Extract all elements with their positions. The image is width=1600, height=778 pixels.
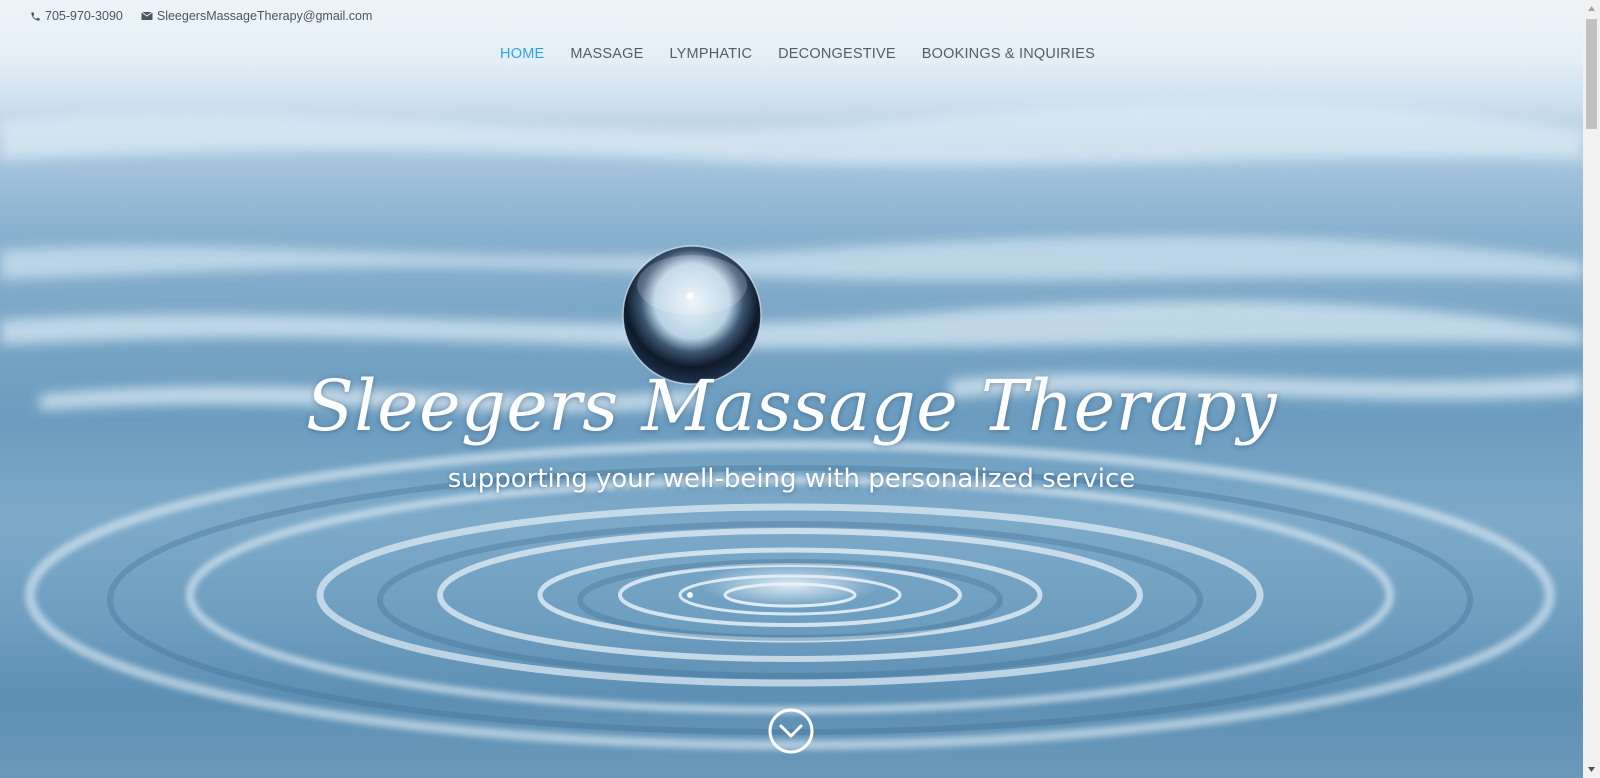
nav-item-decongestive[interactable]: DECONGESTIVE	[778, 44, 896, 64]
email-contact[interactable]: SleegersMassageTherapy@gmail.com	[141, 9, 373, 23]
nav-item-bookings-inquiries[interactable]: BOOKINGS & INQUIRIES	[922, 44, 1095, 64]
email-address[interactable]: SleegersMassageTherapy@gmail.com	[157, 9, 373, 23]
hero-title: Sleegers Massage Therapy	[305, 365, 1278, 447]
phone-icon	[31, 11, 40, 21]
main-nav: HOME MASSAGE LYMPHATIC DECONGESTIVE BOOK…	[0, 44, 1583, 64]
phone-number[interactable]: 705-970-3090	[45, 9, 123, 23]
nav-item-massage[interactable]: MASSAGE	[570, 44, 643, 64]
contact-bar: 705-970-3090 SleegersMassageTherapy@gmai…	[30, 8, 372, 24]
scroll-up-arrow[interactable]	[1583, 0, 1600, 17]
scrollbar-thumb[interactable]	[1586, 19, 1597, 129]
scroll-down-arrow[interactable]	[1583, 761, 1600, 778]
nav-item-lymphatic[interactable]: LYMPHATIC	[669, 44, 752, 64]
page-scrollbar[interactable]	[1583, 0, 1600, 778]
chevron-down-circle-icon	[768, 708, 814, 754]
nav-item-home[interactable]: HOME	[500, 44, 544, 64]
phone-contact[interactable]: 705-970-3090	[30, 9, 123, 23]
envelope-icon	[141, 11, 153, 20]
scroll-down-button[interactable]	[768, 708, 814, 754]
hero-subtitle: supporting your well-being with personal…	[447, 464, 1136, 494]
